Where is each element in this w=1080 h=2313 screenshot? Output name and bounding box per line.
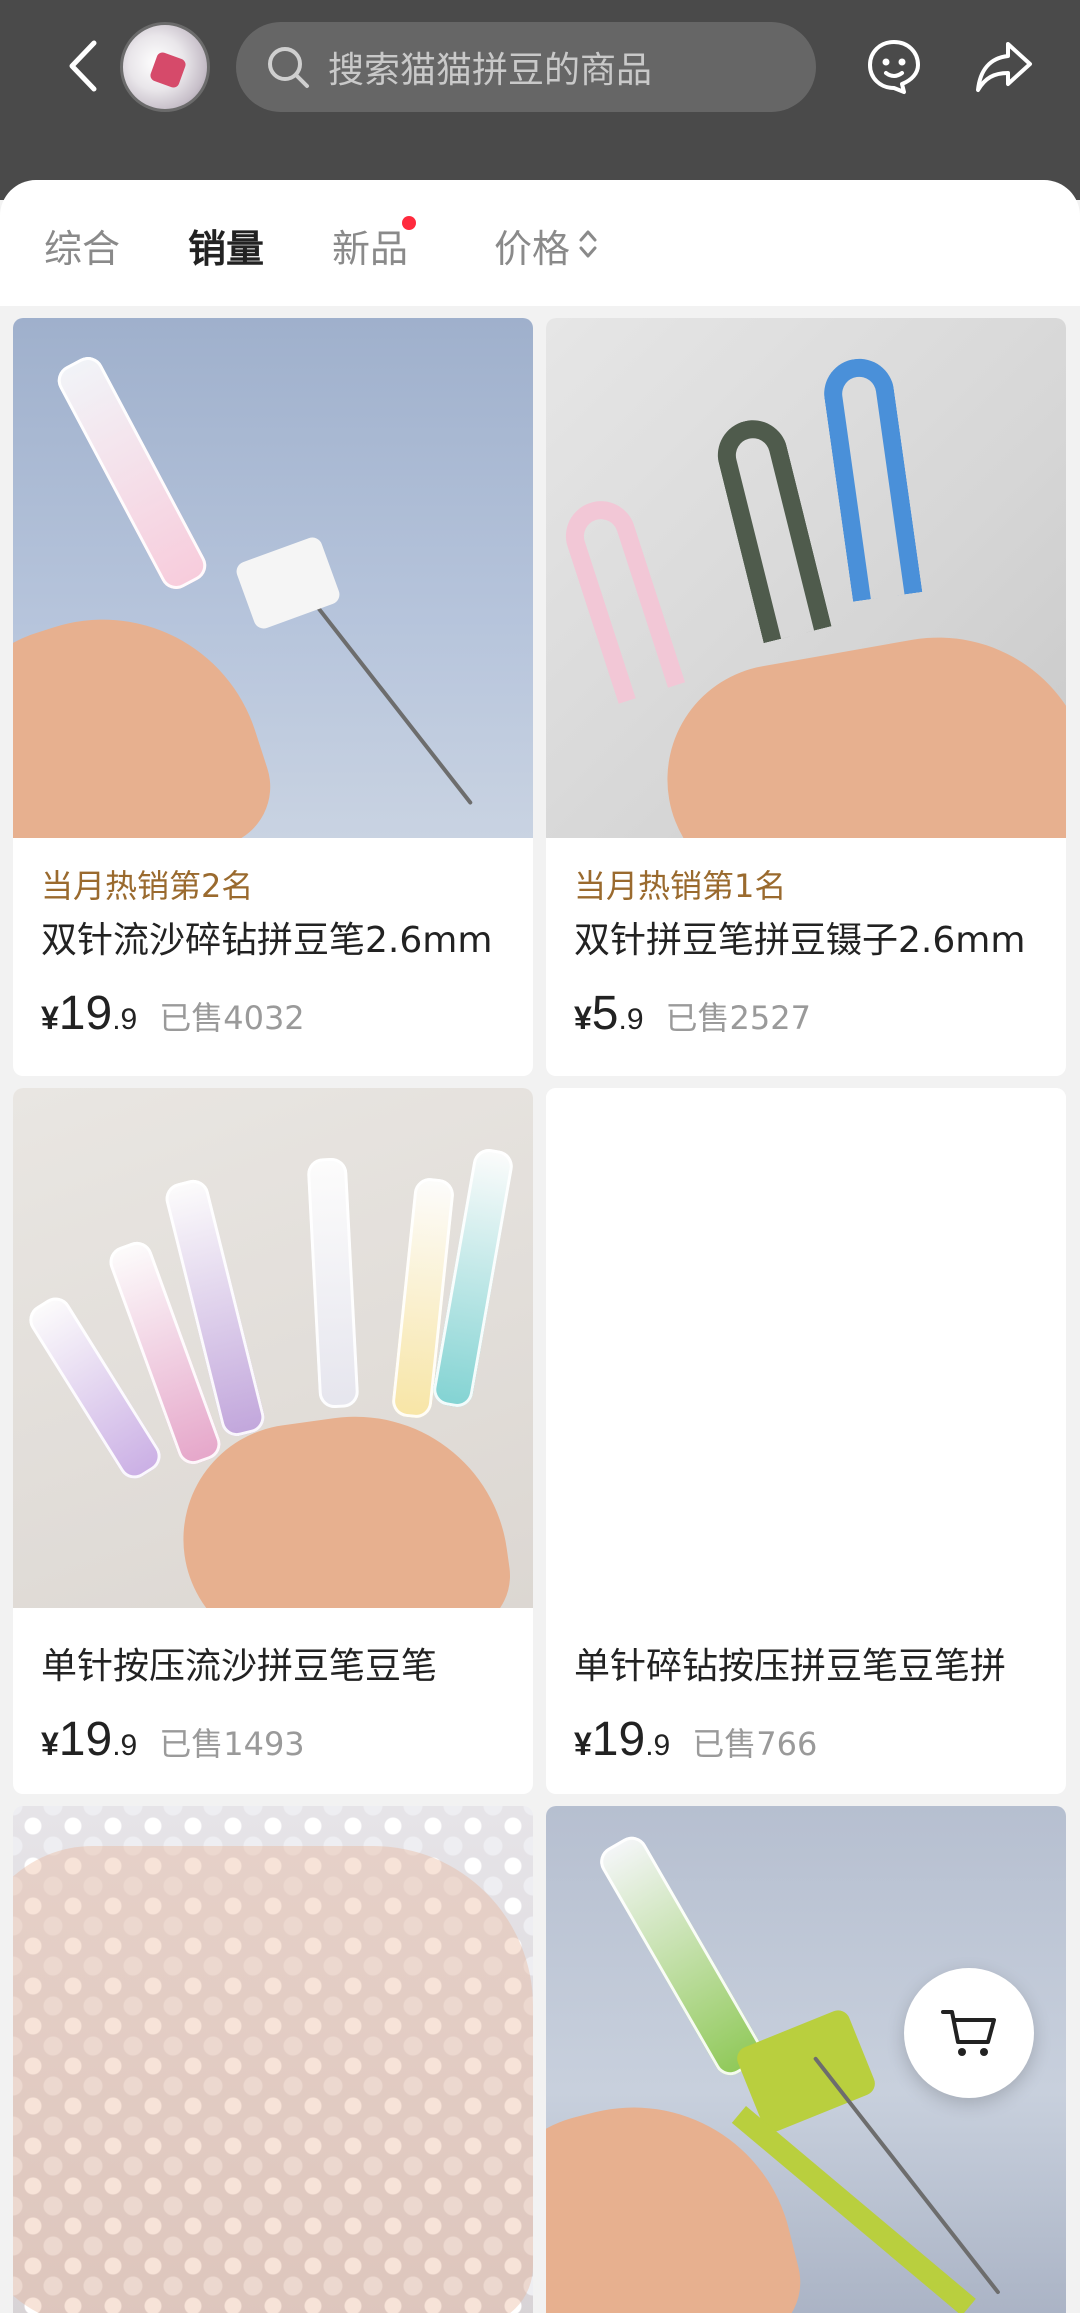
currency-symbol: ¥ bbox=[574, 1000, 592, 1036]
product-title: 单针按压流沙拼豆笔豆笔 bbox=[41, 1646, 438, 1687]
customer-service-icon bbox=[868, 40, 920, 94]
product-image[interactable] bbox=[13, 1806, 533, 2313]
cart-icon bbox=[941, 2010, 996, 2056]
currency-symbol: ¥ bbox=[574, 1726, 592, 1762]
product-title: 双针流沙碎钻拼豆笔2.6mm bbox=[41, 920, 493, 961]
price-decimal: .9 bbox=[618, 1003, 644, 1036]
search-icon bbox=[266, 45, 310, 89]
tab-new[interactable]: 新品 bbox=[332, 218, 408, 273]
product-title: 单针碎钻按压拼豆笔豆笔拼 bbox=[574, 1646, 1007, 1687]
back-arrow-icon bbox=[69, 40, 97, 92]
sold-count: 已售1493 bbox=[159, 1725, 305, 1763]
product-card[interactable]: 当月热销第2名 双针流沙碎钻拼豆笔2.6mm ¥ 19 .9 已售4032 bbox=[13, 318, 533, 1076]
cart-button[interactable] bbox=[904, 1968, 1034, 2098]
share-button[interactable] bbox=[972, 34, 1036, 98]
back-button[interactable] bbox=[58, 38, 108, 94]
price-row: ¥ 5 .9 已售2527 bbox=[574, 986, 1038, 1041]
price-decimal: .9 bbox=[645, 1729, 671, 1762]
sort-bar: 综合 销量 新品 价格 bbox=[0, 180, 1080, 306]
new-indicator-dot bbox=[402, 216, 416, 230]
share-icon bbox=[976, 42, 1032, 92]
sold-count: 已售2527 bbox=[665, 999, 811, 1037]
price-integer: 19 bbox=[591, 1713, 646, 1766]
product-image[interactable] bbox=[546, 1088, 1066, 1608]
price-decimal: .9 bbox=[112, 1003, 138, 1036]
sold-count: 已售4032 bbox=[159, 999, 305, 1037]
price-row: ¥ 19 .9 已售4032 bbox=[41, 986, 505, 1041]
product-card[interactable] bbox=[13, 1806, 533, 2313]
tab-sales[interactable]: 销量 bbox=[188, 218, 264, 273]
price-integer: 19 bbox=[58, 1713, 113, 1766]
price-row: ¥ 19 .9 已售766 bbox=[574, 1712, 1038, 1767]
shop-avatar[interactable] bbox=[120, 22, 210, 112]
tab-price[interactable]: 价格 bbox=[494, 218, 570, 273]
sold-count: 已售766 bbox=[692, 1725, 818, 1763]
product-card[interactable]: 单针碎钻按压拼豆笔豆笔拼 ¥ 19 .9 已售766 bbox=[546, 1088, 1066, 1794]
search-placeholder: 搜索猫猫拼豆的商品 bbox=[328, 50, 653, 91]
customer-service-button[interactable] bbox=[862, 34, 926, 98]
currency-symbol: ¥ bbox=[41, 1000, 59, 1036]
search-input[interactable]: 搜索猫猫拼豆的商品 bbox=[236, 22, 816, 112]
sort-updown-icon bbox=[579, 230, 597, 258]
currency-symbol: ¥ bbox=[41, 1726, 59, 1762]
price-decimal: .9 bbox=[112, 1729, 138, 1762]
product-card[interactable]: 当月热销第1名 双针拼豆笔拼豆镊子2.6mm ¥ 5 .9 已售2527 bbox=[546, 318, 1066, 1076]
product-image[interactable] bbox=[13, 1088, 533, 1608]
hot-rank-label: 当月热销第1名 bbox=[574, 867, 787, 905]
product-card[interactable]: 单针按压流沙拼豆笔豆笔 ¥ 19 .9 已售1493 bbox=[13, 1088, 533, 1794]
price-integer: 5 bbox=[591, 987, 619, 1040]
price-integer: 19 bbox=[58, 987, 113, 1040]
product-image[interactable] bbox=[13, 318, 533, 838]
hot-rank-label: 当月热销第2名 bbox=[41, 867, 254, 905]
tab-comprehensive[interactable]: 综合 bbox=[44, 218, 120, 273]
product-image[interactable] bbox=[546, 318, 1066, 838]
price-row: ¥ 19 .9 已售1493 bbox=[41, 1712, 505, 1767]
top-header: 搜索猫猫拼豆的商品 bbox=[0, 0, 1080, 200]
product-title: 双针拼豆笔拼豆镊子2.6mm bbox=[574, 920, 1026, 961]
